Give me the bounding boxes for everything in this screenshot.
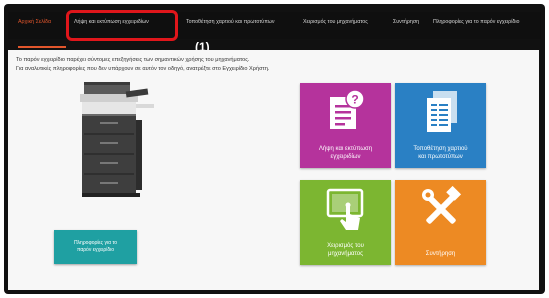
tools-icon <box>395 186 486 232</box>
nav-maintenance[interactable]: Συντήρηση <box>393 19 419 25</box>
highlight-box <box>66 10 178 41</box>
nav-home[interactable]: Αρχική Σελίδα <box>18 19 51 25</box>
about-manual-line-1: Πληροφορίες για το <box>73 239 118 246</box>
tile-download-print-manuals[interactable]: ? Λήψη και εκτύπωση εγχειριδίων <box>300 83 391 168</box>
tile-3-label-line-1: Χειρισμός του <box>327 242 364 249</box>
tile-1-label-line-2: εγχειριδίων <box>330 153 361 160</box>
tile-1-label-line-1: Λήψη και εκτύπωση <box>318 145 373 152</box>
tile-2-label-line-2: και πρωτοτύπων <box>418 153 463 160</box>
tile-3-label-line-2: μηχανήματος <box>327 250 364 257</box>
multifunction-printer-image <box>80 82 154 197</box>
tile-load-paper-originals[interactable]: Τοποθέτηση χαρτιού και πρωτοτύπων <box>395 83 486 168</box>
download-manual-icon: ? <box>300 89 391 133</box>
tile-machine-operation[interactable]: Χειρισμός του μηχανήματος <box>300 180 391 265</box>
nav-about-manual[interactable]: Πληροφορίες για το παρόν εγχειρίδιο <box>433 19 519 25</box>
touch-panel-icon <box>300 186 391 232</box>
tile-maintenance[interactable]: Συντήρηση <box>395 180 486 265</box>
intro-line-1: Το παρόν εγχειρίδιο παρέχει σύντομες επε… <box>16 57 250 63</box>
intro-line-2: Για αναλυτικές πληροφορίες που δεν υπάρχ… <box>16 66 270 72</box>
nav-active-underline <box>18 46 66 48</box>
nav-machine-operation[interactable]: Χειρισμός του μηχανήματος <box>303 19 368 25</box>
nav-load-paper-originals[interactable]: Τοποθέτηση χαρτιού και πρωτοτύπων <box>186 19 275 25</box>
paper-stack-icon <box>395 89 486 135</box>
tile-4-label-line-1: Συντήρηση <box>425 250 456 257</box>
about-manual-button[interactable]: Πληροφορίες για το παρόν εγχειρίδιο <box>54 230 137 264</box>
about-manual-line-2: παρόν εγχειρίδιο <box>76 247 115 253</box>
svg-text:?: ? <box>351 93 358 107</box>
tile-2-label-line-1: Τοποθέτηση χαρτιού <box>413 145 468 152</box>
